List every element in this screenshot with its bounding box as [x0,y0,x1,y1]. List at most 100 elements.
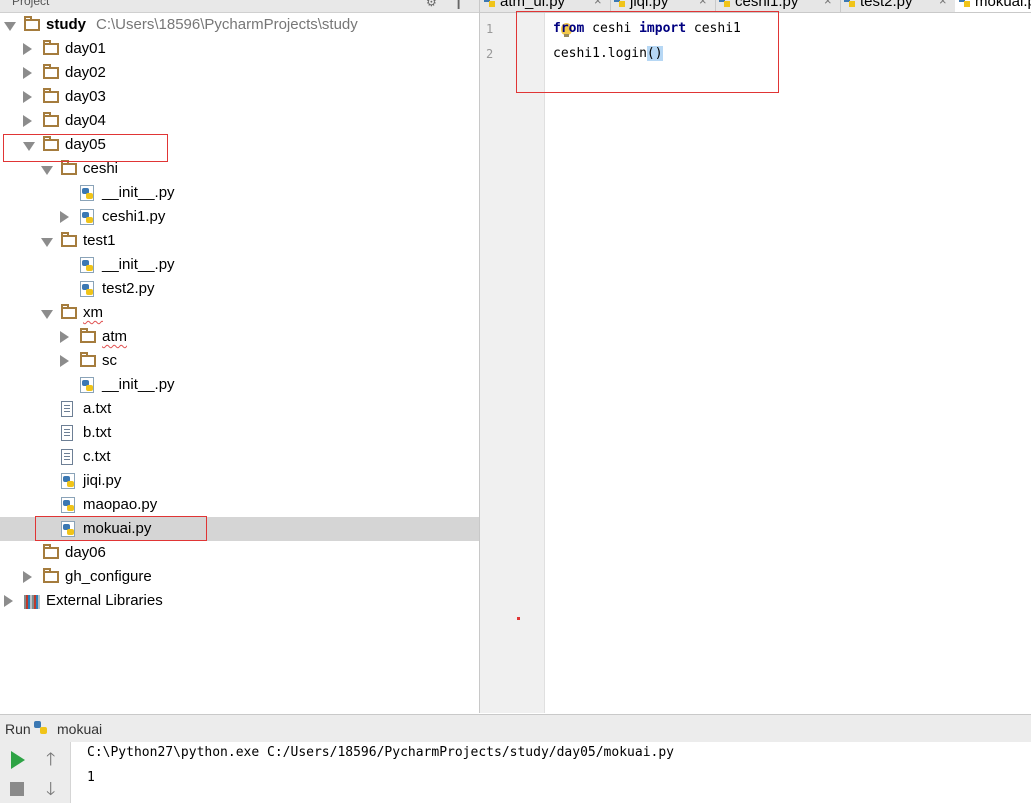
tree-item[interactable]: day01 [0,37,479,61]
editor-tab-label: atm_ui.py [500,0,566,10]
chevron-right-icon[interactable] [23,43,32,55]
tree-item[interactable]: __init__.py [0,373,479,397]
tree-item[interactable]: ceshi1.py [0,205,479,229]
tree-item[interactable]: External Libraries [0,589,479,613]
tree-item-label: test1 [83,232,116,249]
chevron-down-icon[interactable] [41,238,53,247]
tree-item-label: External Libraries [46,592,163,609]
chevron-down-icon[interactable] [4,22,16,31]
python-file-icon [61,473,75,489]
tree-item[interactable]: c.txt [0,445,479,469]
code-editor[interactable]: from ceshi import ceshi1 ceshi1.login() [545,13,1031,713]
run-panel-header: Run mokuai [0,714,1031,743]
tree-item-label: day01 [65,40,106,57]
folder-icon [80,328,96,343]
tree-item-label: day04 [65,112,106,129]
tree-item-label: maopao.py [83,496,158,513]
tree-item[interactable]: day04 [0,109,479,133]
rerun-play-icon[interactable] [11,751,25,769]
close-icon[interactable]: × [939,0,947,8]
chevron-right-icon[interactable] [23,67,32,79]
chevron-right-icon[interactable] [60,355,69,367]
tree-item[interactable]: day03 [0,85,479,109]
tree-item-label: sc [102,352,117,369]
editor-tab[interactable]: mokuai.py [955,0,1031,12]
chevron-down-icon[interactable] [41,310,53,319]
editor-tab-label: mokuai.py [975,0,1031,10]
tree-item-label: __init__.py [102,184,175,201]
tree-item[interactable]: a.txt [0,397,479,421]
close-icon[interactable]: × [699,0,707,8]
settings-gear-icon[interactable]: ⚙ [426,0,437,9]
project-panel-title[interactable]: Project [12,0,49,8]
close-icon[interactable]: × [594,0,602,8]
tree-item[interactable]: xm [0,301,479,325]
line-number: 2 [486,47,494,61]
tree-item[interactable]: b.txt [0,421,479,445]
tree-item[interactable]: atm [0,325,479,349]
tree-item-label: study [46,16,87,33]
run-config-name[interactable]: mokuai [57,721,102,737]
tree-item-label: ceshi1.py [102,208,166,225]
highlight-box-mokuai [35,516,207,541]
folder-icon [43,112,59,127]
tree-item[interactable]: test1 [0,229,479,253]
chevron-down-icon[interactable] [41,166,53,175]
scroll-up-arrow-icon[interactable]: 🡑 [46,750,55,768]
line-number: 1 [486,22,494,36]
tree-item[interactable]: day02 [0,61,479,85]
python-file-icon [61,497,75,513]
folder-icon [43,88,59,103]
run-console[interactable]: C:\Python27\python.exe C:/Users/18596/Py… [71,742,1031,803]
tree-item-label: test2.py [102,280,155,297]
console-line: 1 [87,770,95,785]
library-icon [24,595,40,609]
folder-icon [43,568,59,583]
tree-item[interactable]: test2.py [0,277,479,301]
close-icon[interactable]: × [824,0,832,8]
folder-icon [61,304,77,319]
editor-tab[interactable]: test2.py × [840,0,956,12]
tree-item[interactable]: day06 [0,541,479,565]
chevron-right-icon[interactable] [23,571,32,583]
tree-item[interactable]: __init__.py [0,181,479,205]
folder-icon [61,160,77,175]
scroll-down-arrow-icon[interactable]: 🡓 [46,780,55,798]
folder-icon [24,16,40,31]
editor-tab-label: jiqi.py [630,0,669,10]
tree-item-label: atm [102,328,128,345]
tree-item[interactable]: __init__.py [0,253,479,277]
python-file-icon [614,0,626,8]
console-line: C:\Python27\python.exe C:/Users/18596/Py… [87,745,674,760]
text-file-icon [61,449,73,465]
tree-item-label: day06 [65,544,106,561]
tree-item-label: __init__.py [102,256,175,273]
python-file-icon [80,257,94,273]
project-path: C:\Users\18596\PycharmProjects\study [96,16,358,33]
folder-icon [80,352,96,367]
chevron-right-icon[interactable] [60,331,69,343]
folder-icon [43,40,59,55]
tree-item-label: c.txt [83,448,111,465]
stop-icon[interactable] [10,782,24,796]
project-panel-header: Project ⚙ ┃ [0,0,479,13]
python-file-icon [34,721,48,735]
python-file-icon [844,0,856,8]
tree-item[interactable]: study C:\Users\18596\PycharmProjects\stud… [0,13,479,37]
tree-item[interactable]: gh_configure [0,565,479,589]
tree-item-label: day03 [65,88,106,105]
chevron-right-icon[interactable] [60,211,69,223]
tree-item[interactable]: sc [0,349,479,373]
tree-item[interactable]: jiqi.py [0,469,479,493]
project-tree[interactable]: study C:\Users\18596\PycharmProjects\stud… [0,13,479,713]
hide-panel-icon[interactable]: ┃ [455,0,462,9]
python-file-icon [80,209,94,225]
highlight-box-code [516,11,779,93]
run-label[interactable]: Run [5,721,31,737]
folder-icon [61,232,77,247]
chevron-right-icon[interactable] [23,115,32,127]
chevron-right-icon[interactable] [23,91,32,103]
chevron-right-icon[interactable] [4,595,13,607]
text-file-icon [61,401,73,417]
tree-item[interactable]: maopao.py [0,493,479,517]
